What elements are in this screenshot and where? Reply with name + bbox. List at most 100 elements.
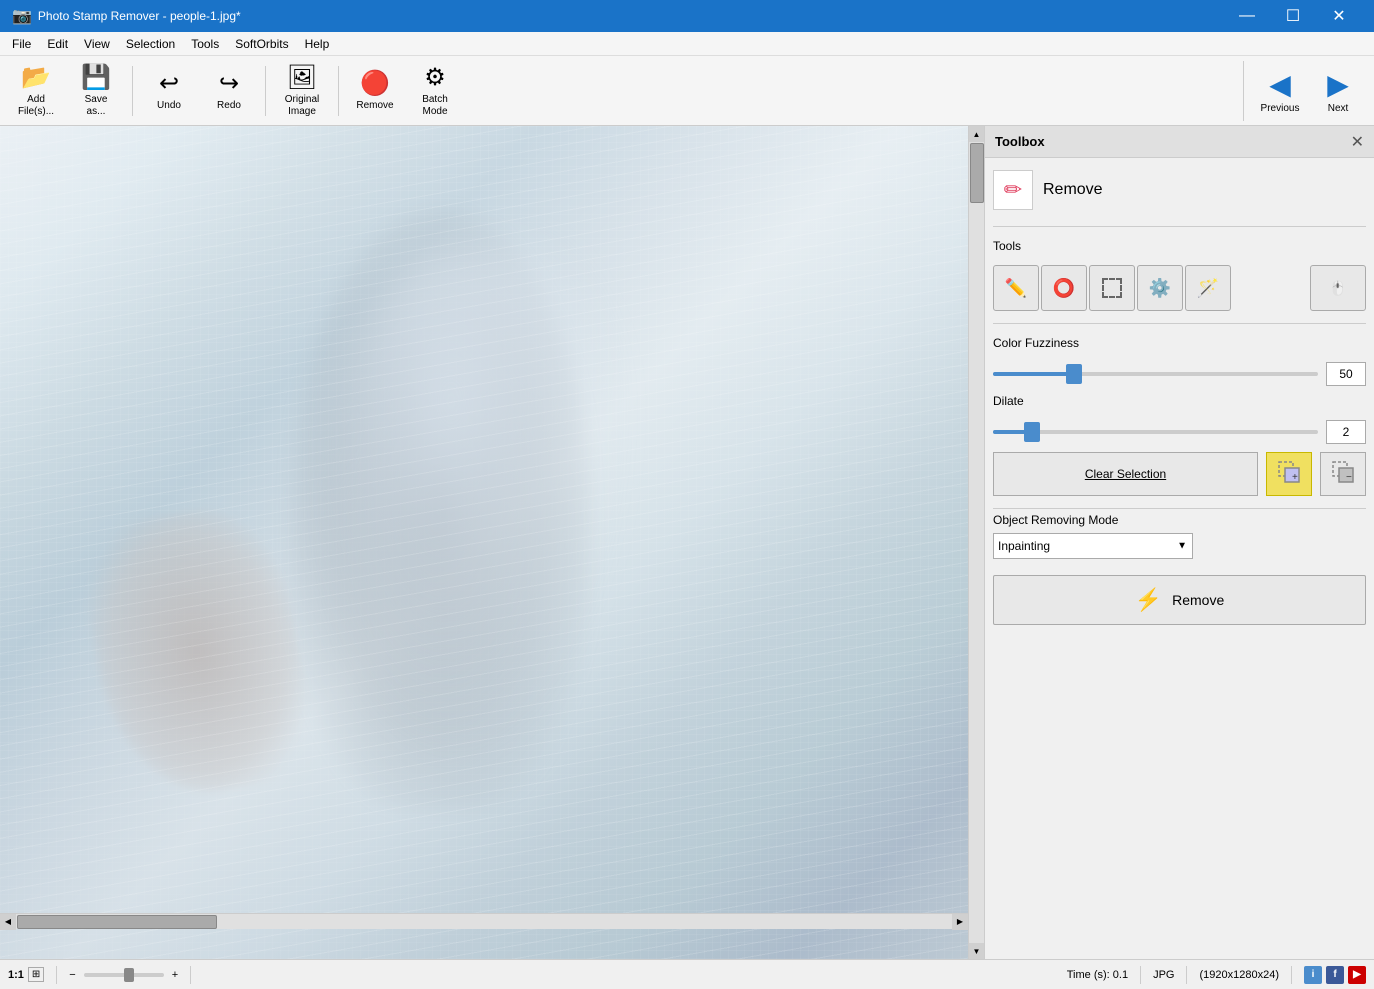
remove-tool-icon: ✏ [1004,177,1022,203]
remove-label: Remove [356,100,393,112]
zoom-control: 1:1 ⊞ [8,967,44,982]
zoom-fit-icon[interactable]: ⊞ [28,967,44,982]
color-fuzziness-thumb[interactable] [1066,364,1082,384]
scroll-track-horizontal[interactable] [16,914,952,929]
settings-icon: ⚙️ [1149,278,1171,299]
menu-view[interactable]: View [76,35,118,53]
remove-section: ✏ Remove Tools ✏️ ⭕ ⚙️ [985,158,1374,504]
undo-button[interactable]: ↩ Undo [141,61,197,121]
menu-softorbits[interactable]: SoftOrbits [227,35,296,53]
eraser-tool-button[interactable]: ⭕ [1041,265,1087,311]
previous-label: Previous [1261,103,1300,114]
next-button[interactable]: ▶ Next [1310,61,1366,121]
add-files-button[interactable]: 📂 AddFile(s)... [8,61,64,121]
batch-mode-label: BatchMode [422,94,448,118]
scroll-left-button[interactable]: ◀ [0,914,16,930]
remove-button[interactable]: 🔴 Remove [347,61,403,121]
original-image-icon: 🖼 [287,63,317,92]
next-icon: ▶ [1327,68,1349,101]
dilate-value[interactable]: 2 [1326,420,1366,444]
app-title: Photo Stamp Remover - people-1.jpg* [38,9,1224,23]
save-as-label: Saveas... [85,94,108,118]
add-files-icon: 📂 [21,63,51,92]
zoom-slider[interactable] [84,973,164,977]
zoom-level: 1:1 [8,969,24,981]
mode-select[interactable]: Inpainting Content Aware Fill Blur Smear [993,533,1193,559]
previous-icon: ◀ [1269,68,1291,101]
mode-section: Object Removing Mode Inpainting Content … [985,513,1374,559]
vertical-scrollbar[interactable]: ▲ ▼ [968,126,984,959]
color-fuzziness-value[interactable]: 50 [1326,362,1366,386]
horizontal-scrollbar[interactable]: ◀ ▶ [0,913,968,929]
original-image-button[interactable]: 🖼 OriginalImage [274,61,330,121]
color-fuzziness-fill [993,372,1074,376]
stamp-tool-button[interactable]: 🖱️ [1310,265,1366,311]
scroll-right-button[interactable]: ▶ [952,914,968,930]
dimensions-label: (1920x1280x24) [1199,969,1279,981]
save-as-button[interactable]: 💾 Saveas... [68,61,124,121]
clear-selection-button[interactable]: Clear Selection [993,452,1258,496]
remove-action-button[interactable]: ⚡ Remove [993,575,1366,625]
canvas-area[interactable]: ▲ ▼ ◀ ▶ [0,126,984,959]
rect-select-icon [1102,278,1122,298]
tools-label: Tools [993,239,1366,253]
remove-icon-box: ✏ [993,170,1033,210]
maximize-button[interactable]: ☐ [1270,0,1316,32]
selection-add-button[interactable]: + [1266,452,1312,496]
scroll-thumb-horizontal[interactable] [17,915,217,929]
zoom-slider-thumb[interactable] [124,968,134,982]
mode-select-wrapper[interactable]: Inpainting Content Aware Fill Blur Smear [993,533,1193,559]
youtube-icon[interactable]: ▶ [1348,966,1366,984]
dilate-track[interactable] [993,430,1318,434]
scroll-up-button[interactable]: ▲ [969,126,984,142]
toolbox-header: Toolbox ✕ [985,126,1374,158]
add-files-label: AddFile(s)... [18,94,54,118]
tools-row: ✏️ ⭕ ⚙️ 🪄 🖱️ [993,265,1366,311]
settings-tool-button[interactable]: ⚙️ [1137,265,1183,311]
time-label: Time (s): 0.1 [1067,969,1128,981]
status-separator-1 [56,966,57,984]
app-icon: 📷 [12,6,32,26]
menu-edit[interactable]: Edit [39,35,76,53]
stamp-icon: 🖱️ [1329,280,1346,297]
remove-icon: 🔴 [360,69,390,98]
scroll-down-button[interactable]: ▼ [969,943,984,959]
selection-remove-button[interactable]: − [1320,452,1366,496]
pencil-tool-button[interactable]: ✏️ [993,265,1039,311]
eraser-icon: ⭕ [1053,278,1075,299]
menu-bar: File Edit View Selection Tools SoftOrbit… [0,32,1374,56]
menu-selection[interactable]: Selection [118,35,183,53]
facebook-icon[interactable]: f [1326,966,1344,984]
zoom-in-icon[interactable]: + [172,969,178,981]
batch-mode-button[interactable]: ⚙ BatchMode [407,61,463,121]
menu-file[interactable]: File [4,35,39,53]
menu-tools[interactable]: Tools [183,35,227,53]
color-fuzziness-label: Color Fuzziness [993,336,1366,350]
pencil-icon: ✏️ [1005,278,1027,299]
info-icon[interactable]: i [1304,966,1322,984]
toolbox-panel: Toolbox ✕ ✏ Remove Tools ✏️ ⭕ [984,126,1374,959]
selection-add-icon: + [1277,460,1301,489]
svg-text:+: + [1292,472,1298,483]
minimize-button[interactable]: — [1224,0,1270,32]
divider-2 [993,323,1366,324]
object-removing-mode-label: Object Removing Mode [993,513,1366,527]
color-fuzziness-track[interactable] [993,372,1318,376]
batch-mode-icon: ⚙ [424,63,446,92]
format-label: JPG [1153,969,1174,981]
scroll-thumb-vertical[interactable] [970,143,984,203]
remove-header: ✏ Remove [993,166,1366,214]
magic-wand-tool-button[interactable]: 🪄 [1185,265,1231,311]
close-button[interactable]: ✕ [1316,0,1362,32]
menu-help[interactable]: Help [297,35,338,53]
redo-button[interactable]: ↪ Redo [201,61,257,121]
rect-select-tool-button[interactable] [1089,265,1135,311]
dilate-label: Dilate [993,394,1366,408]
previous-button[interactable]: ◀ Previous [1252,61,1308,121]
toolbox-close-button[interactable]: ✕ [1351,132,1364,152]
status-separator-4 [1186,966,1187,984]
dilate-thumb[interactable] [1024,422,1040,442]
toolbar-separator-3 [338,66,339,116]
zoom-out-icon[interactable]: − [69,969,75,981]
remove-btn-area: ⚡ Remove [985,559,1374,633]
